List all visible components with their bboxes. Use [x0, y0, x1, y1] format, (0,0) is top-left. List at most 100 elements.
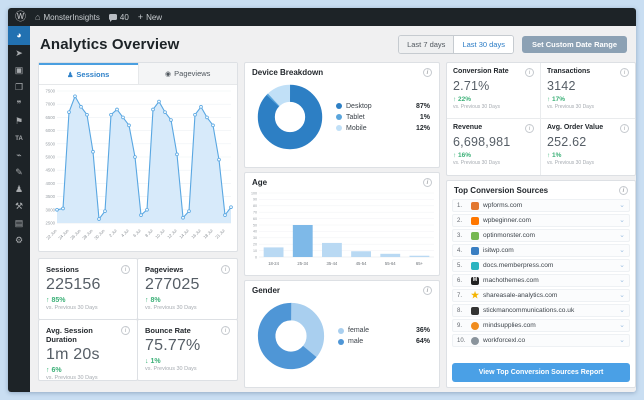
sidebar-item-ta[interactable]: TA: [8, 130, 30, 147]
favicon-icon: [471, 261, 479, 270]
wordpress-logo-icon[interactable]: Ⓦ: [15, 11, 26, 23]
svg-text:60: 60: [253, 217, 257, 221]
stat-compare: vs. Previous 30 Days: [145, 305, 197, 311]
legend-item: male 64%: [338, 338, 430, 345]
info-icon[interactable]: i: [221, 326, 230, 335]
info-icon[interactable]: i: [525, 68, 534, 77]
source-row[interactable]: 1. wpforms.com ⌄: [452, 199, 630, 212]
chevron-down-icon[interactable]: ⌄: [619, 232, 625, 238]
info-icon[interactable]: i: [619, 186, 628, 195]
avg-session-duration-stat-tile: Avg. Session Duration i 1m 20s ↑ 6% vs. P…: [38, 319, 138, 381]
info-icon[interactable]: i: [221, 265, 230, 274]
view-top-conversion-sources-report-button[interactable]: View Top Conversion Sources Report: [452, 363, 630, 382]
date-range-controls: Last 7 days Last 30 days Set Custom Date…: [398, 35, 627, 54]
info-icon[interactable]: i: [121, 326, 130, 335]
source-row[interactable]: 4. isitwp.com ⌄: [452, 244, 630, 257]
sidebar-item-dashboard-icon: ◕: [16, 30, 22, 40]
stat-compare: vs. Previous 30 Days: [46, 375, 98, 381]
sidebar-item-pages[interactable]: ❐: [8, 79, 30, 96]
source-row[interactable]: 9. mindsupplies.com ⌄: [452, 319, 630, 332]
favicon-icon: [471, 336, 479, 345]
tab-sessions[interactable]: ♟ Sessions: [39, 63, 138, 84]
sidebar-item-forms-icon: ⚑: [14, 116, 24, 126]
source-row[interactable]: 3. optinmonster.com ⌄: [452, 229, 630, 242]
svg-text:2500: 2500: [45, 221, 55, 226]
favicon-icon: M: [471, 276, 479, 285]
svg-text:40: 40: [253, 230, 257, 234]
sidebar-item-media[interactable]: ▣: [8, 62, 30, 79]
chevron-down-icon[interactable]: ⌄: [619, 292, 625, 298]
info-icon[interactable]: i: [121, 265, 130, 274]
stat-value: 1m 20s: [46, 346, 100, 363]
info-icon[interactable]: i: [423, 68, 432, 77]
age-bar-chart: 0 10 20 30 40 50 60 70 80 90 100 18-24 25-34 35-44 45-…: [251, 191, 434, 266]
svg-text:8 Jul: 8 Jul: [144, 228, 154, 238]
stat-change: ↑ 16%: [453, 152, 472, 159]
chevron-down-icon[interactable]: ⌄: [619, 307, 625, 313]
stat-change: ↑ 6%: [46, 367, 62, 374]
source-domain: wpforms.com: [483, 202, 523, 209]
chevron-down-icon[interactable]: ⌄: [619, 262, 625, 268]
legend-dot-icon: [336, 125, 342, 131]
revenue-stat-tile: Revenue i 6,698,981 ↑ 16% vs. Previous 30…: [447, 119, 541, 175]
info-icon[interactable]: i: [620, 124, 629, 133]
source-row[interactable]: 10. workforcexl.co ⌄: [452, 334, 630, 347]
stat-change: ↓ 1%: [145, 358, 161, 365]
last-30-days-button[interactable]: Last 30 days: [453, 36, 513, 53]
chevron-down-icon[interactable]: ⌄: [619, 322, 625, 328]
sidebar-item-forms[interactable]: ⚑: [8, 113, 30, 130]
panel-title: Age: [252, 178, 268, 187]
source-domain: optinmonster.com: [483, 232, 536, 239]
site-name: MonsterInsights: [43, 12, 100, 22]
sidebar-item-appearance[interactable]: ✎: [8, 164, 30, 181]
source-row[interactable]: 8. stickmancommunications.co.uk ⌄: [452, 304, 630, 317]
chevron-down-icon[interactable]: ⌄: [619, 202, 625, 208]
site-menu[interactable]: ⌂ MonsterInsights: [35, 12, 100, 22]
sidebar-item-tools-icon: ⚒: [14, 201, 24, 211]
stat-value: 252.62: [547, 135, 587, 149]
sidebar-item-collapse[interactable]: ⚙: [8, 232, 30, 249]
legend-dot-icon: [338, 338, 344, 345]
chevron-down-icon[interactable]: ⌄: [619, 217, 625, 223]
legend-label: Desktop: [346, 102, 372, 110]
source-row[interactable]: 7. ★ shareasale-analytics.com ⌄: [452, 289, 630, 302]
stat-compare: vs. Previous 30 Days: [453, 160, 500, 166]
legend-dot-icon: [338, 327, 344, 334]
set-custom-date-range-button[interactable]: Set Custom Date Range: [521, 36, 627, 53]
sidebar-item-plugins[interactable]: ⌁: [8, 147, 30, 164]
stat-label: Avg. Order Value: [547, 124, 604, 131]
legend-value: 36%: [415, 327, 430, 334]
info-icon[interactable]: i: [525, 124, 534, 133]
chevron-down-icon[interactable]: ⌄: [619, 337, 625, 343]
svg-text:4000: 4000: [45, 181, 55, 186]
info-icon[interactable]: i: [423, 178, 432, 187]
sidebar-item-tools[interactable]: ⚒: [8, 198, 30, 215]
sidebar-item-comments-icon: ❞: [16, 99, 22, 109]
tab-pageviews-label: Pageviews: [174, 69, 211, 78]
admin-new-menu[interactable]: + New: [138, 12, 162, 22]
svg-text:4500: 4500: [45, 168, 55, 173]
source-row[interactable]: 2. wpbeginner.com ⌄: [452, 214, 630, 227]
legend-value: 87%: [415, 102, 430, 110]
admin-comments[interactable]: 40: [108, 13, 129, 22]
info-icon[interactable]: i: [620, 68, 629, 77]
sidebar-item-comments[interactable]: ❞: [8, 96, 30, 113]
last-7-days-button[interactable]: Last 7 days: [399, 36, 454, 53]
source-row[interactable]: 6. Mmachothemes.com ⌄: [452, 274, 630, 287]
sidebar-item-users[interactable]: ♟: [8, 181, 30, 198]
stat-label: Conversion Rate: [453, 68, 509, 75]
sidebar-item-settings[interactable]: ▤: [8, 215, 30, 232]
info-icon[interactable]: i: [423, 286, 432, 295]
chevron-down-icon[interactable]: ⌄: [619, 247, 625, 253]
legend-item: Tablet 1%: [336, 114, 430, 121]
sidebar-item-dashboard[interactable]: ◕: [8, 26, 30, 45]
age-panel: Age i 0 10 20 30 40 50 60 70 80 90 100 18-24 25-34 35-…: [244, 172, 440, 276]
tab-pageviews[interactable]: ◉ Pageviews: [137, 63, 237, 84]
sidebar-item-plugins-icon: ⌁: [16, 150, 22, 160]
sidebar-item-posts[interactable]: ➤: [8, 45, 30, 62]
source-domain: docs.memberpress.com: [483, 262, 554, 269]
sidebar-item-collapse-icon: ⚙: [14, 235, 24, 245]
source-row[interactable]: 5. docs.memberpress.com ⌄: [452, 259, 630, 272]
chevron-down-icon[interactable]: ⌄: [619, 277, 625, 283]
chart-tabs: ♟ Sessions ◉ Pageviews: [39, 63, 237, 85]
